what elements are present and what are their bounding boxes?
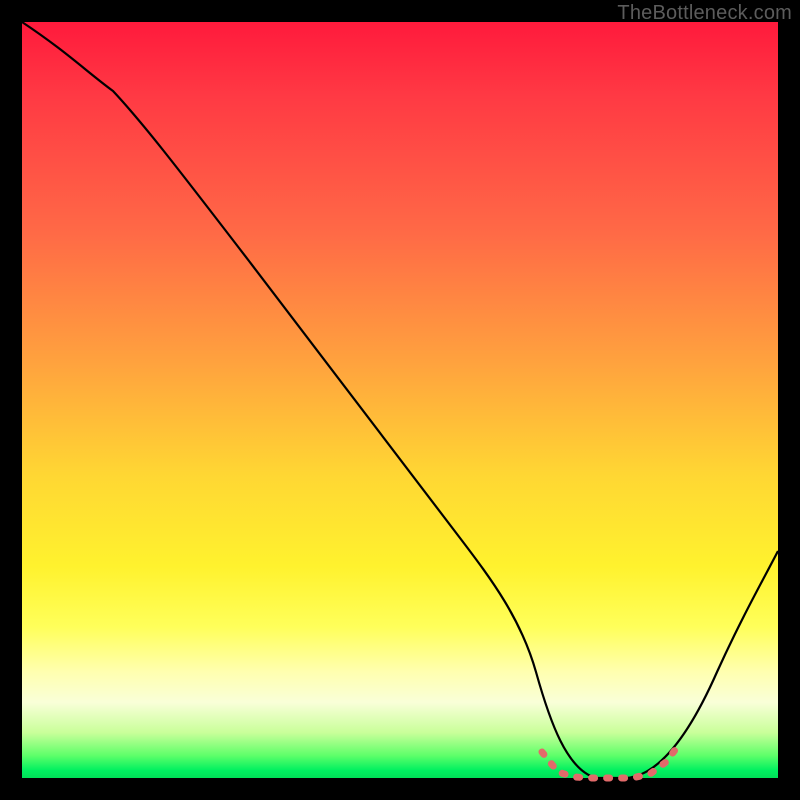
chart-frame: TheBottleneck.com <box>0 0 800 800</box>
optimal-range-marker <box>542 746 678 778</box>
bottleneck-curve <box>22 22 778 778</box>
watermark-text: TheBottleneck.com <box>617 2 792 25</box>
curve-layer <box>22 22 778 778</box>
plot-area <box>22 22 778 778</box>
